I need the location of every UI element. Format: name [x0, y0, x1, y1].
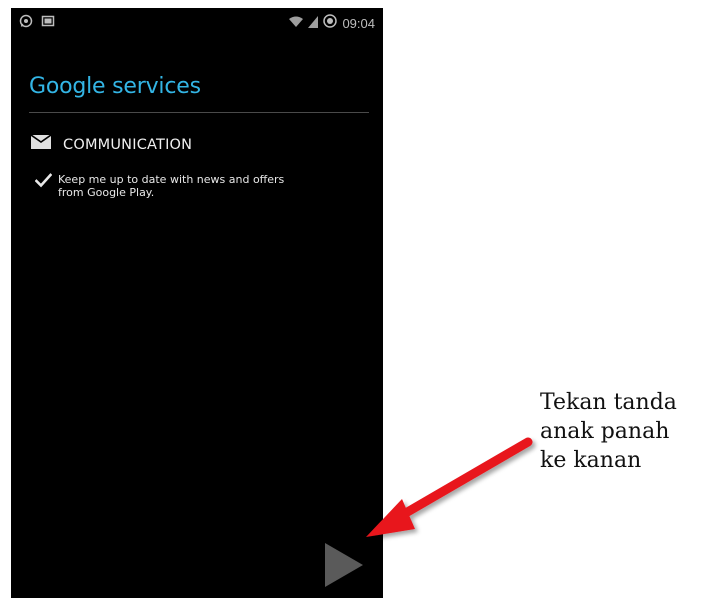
checkbox-label-line1: Keep me up to date with news and offers	[58, 173, 285, 186]
page-title: Google services	[29, 74, 201, 99]
status-time: 09:04	[342, 15, 375, 31]
phone-screen: 09:04 Google services COMMUNICATION Keep…	[11, 8, 383, 598]
section-header: COMMUNICATION	[30, 134, 193, 154]
annotation-line-3: ke kanan	[540, 448, 642, 473]
next-button[interactable]	[321, 540, 369, 590]
arrow-shape	[366, 437, 533, 537]
status-left-icons	[19, 14, 55, 33]
status-bar: 09:04	[11, 8, 383, 38]
signal-icon	[308, 15, 319, 33]
annotation-line-1: Tekan tanda	[540, 390, 677, 415]
instruction-annotation: Tekan tanda anak panah ke kanan	[540, 388, 677, 475]
mail-icon	[30, 134, 52, 154]
canvas: 09:04 Google services COMMUNICATION Keep…	[0, 0, 712, 605]
wifi-icon	[289, 15, 304, 33]
title-divider	[29, 112, 369, 113]
checkbox-label-line2: from Google Play.	[58, 186, 155, 199]
whatsapp-icon	[19, 14, 33, 33]
status-right-icons: 09:04	[289, 14, 375, 33]
checkmark-icon[interactable]	[34, 173, 53, 193]
screenshot-icon	[41, 14, 55, 33]
news-offers-checkbox[interactable]: Keep me up to date with news and offers …	[34, 173, 355, 199]
checkbox-label: Keep me up to date with news and offers …	[58, 173, 355, 199]
annotation-line-2: anak panah	[540, 419, 670, 444]
section-label: COMMUNICATION	[63, 136, 193, 153]
data-sync-icon	[323, 14, 338, 33]
play-arrow-icon[interactable]	[321, 540, 369, 590]
